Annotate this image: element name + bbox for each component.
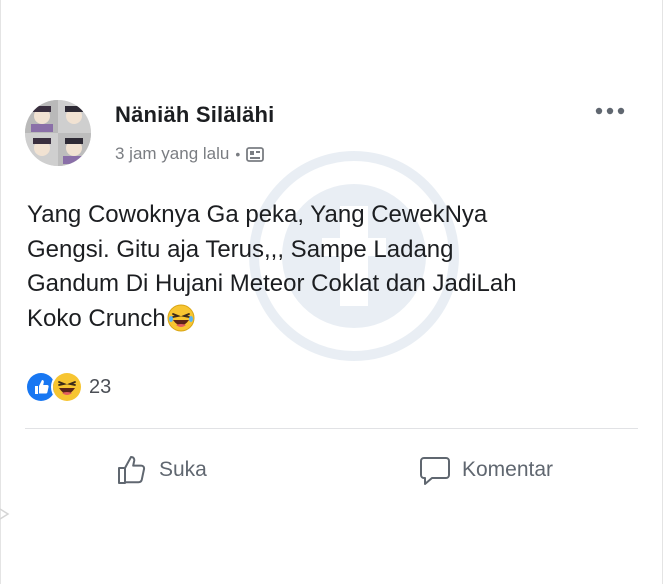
post-actions: Suka Komentar [0,446,663,494]
reaction-count: 23 [89,375,112,398]
comment-button[interactable]: Komentar [418,446,553,494]
thumbs-up-icon [118,456,146,484]
post-text: Yang Cowoknya Ga peka, Yang CewekNya Gen… [27,198,637,342]
laughing-emoji-icon [167,304,195,343]
corner-arrow-icon [0,508,10,520]
like-label: Suka [159,458,207,481]
meta-separator: • [235,146,241,162]
comment-bubble-icon [420,457,450,485]
haha-reaction-icon [51,371,83,403]
author-avatar[interactable] [25,100,91,166]
like-button[interactable]: Suka [115,446,207,494]
post-timestamp[interactable]: 3 jam yang lalu [115,144,229,164]
comment-label: Komentar [462,458,554,481]
more-options-icon[interactable] [593,98,627,124]
post-meta: 3 jam yang lalu • [115,144,265,164]
action-divider [25,428,638,429]
photo-album-icon[interactable] [246,145,265,163]
facebook-post: Näniäh Silälähi 3 jam yang lalu • Yang C… [0,0,663,584]
post-text-content: Yang Cowoknya Ga peka, Yang CewekNya Gen… [27,201,517,332]
author-name[interactable]: Näniäh Silälähi [115,102,275,128]
reaction-summary[interactable]: 23 [25,371,111,403]
